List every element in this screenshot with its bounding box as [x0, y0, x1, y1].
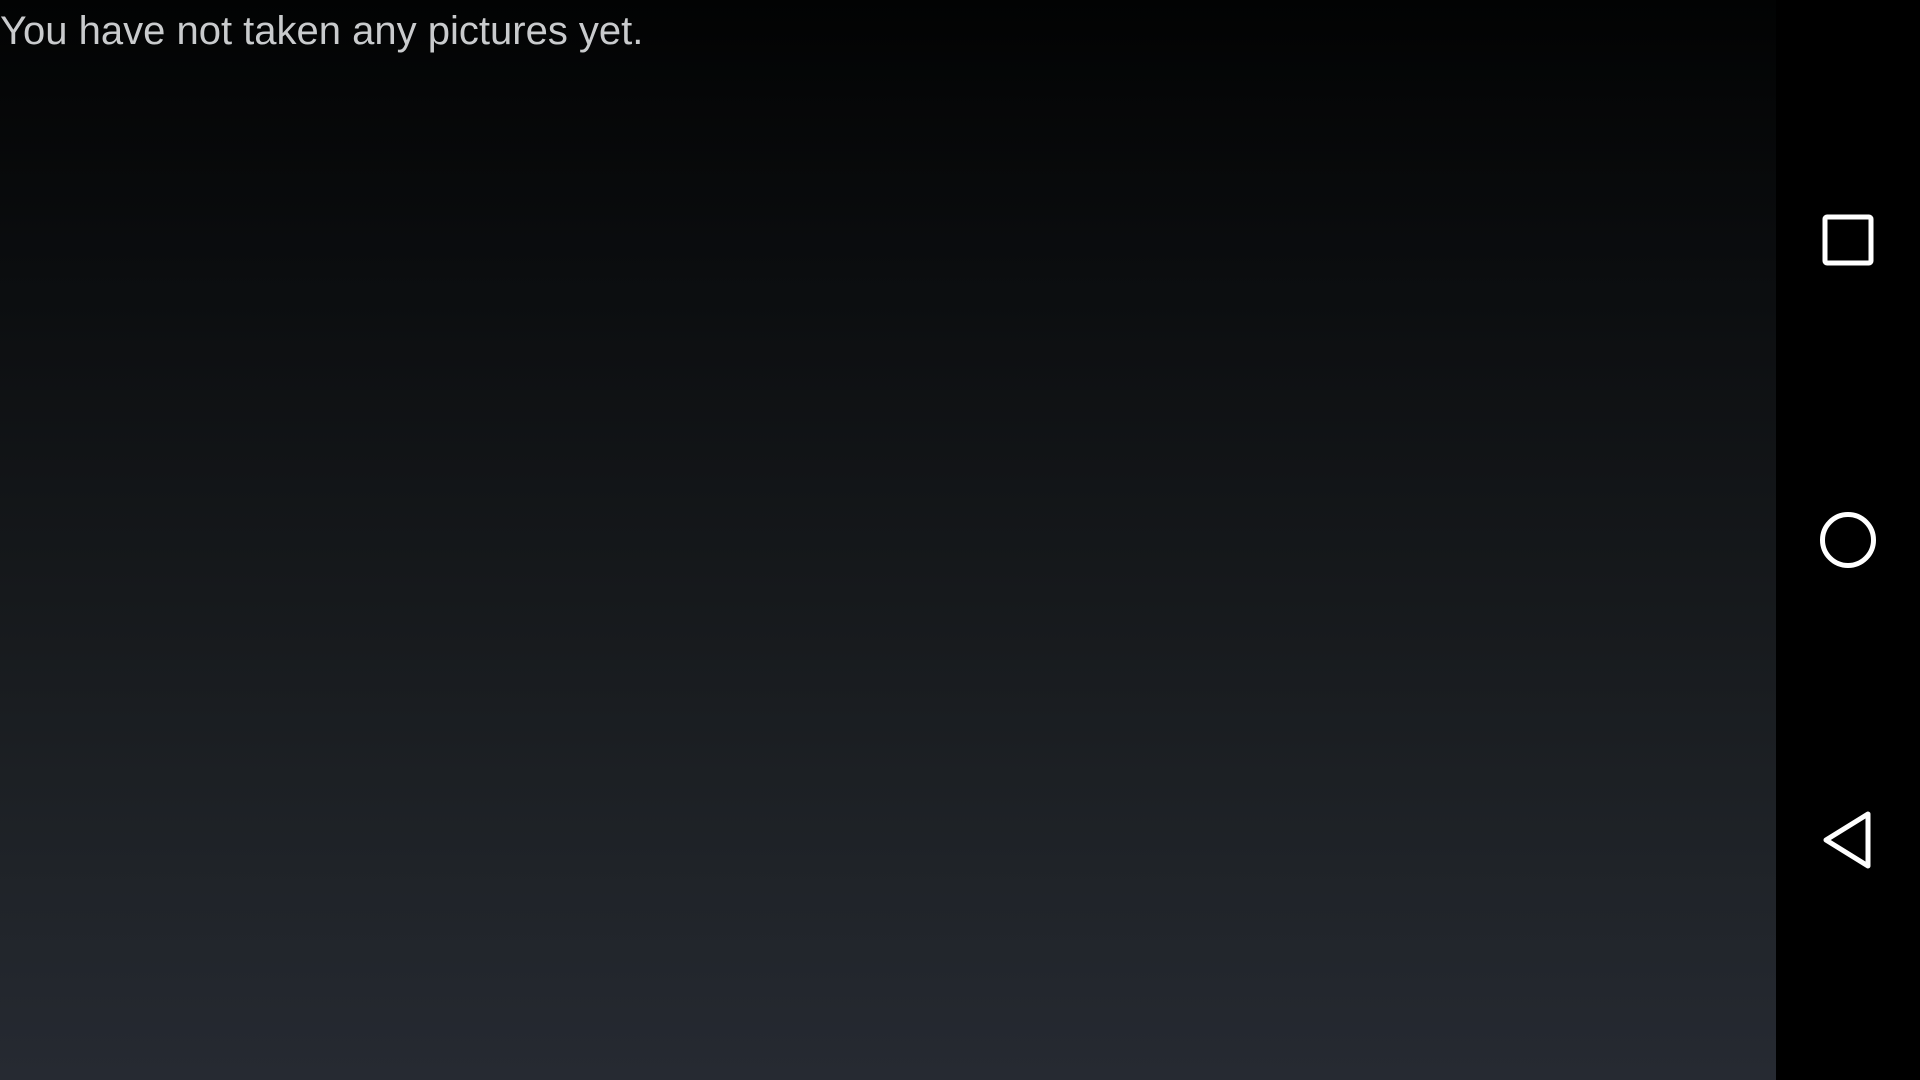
square-recents-icon [1822, 214, 1874, 266]
system-navigation-bar [1776, 0, 1920, 1080]
app-screen: You have not taken any pictures yet. [0, 0, 1920, 1080]
home-button[interactable] [1776, 480, 1920, 600]
gallery-content-area: You have not taken any pictures yet. [0, 0, 1776, 1080]
back-button[interactable] [1776, 780, 1920, 900]
recents-button[interactable] [1776, 180, 1920, 300]
empty-gallery-message: You have not taken any pictures yet. [0, 9, 644, 53]
circle-home-icon [1820, 512, 1876, 568]
triangle-back-icon [1823, 811, 1871, 869]
